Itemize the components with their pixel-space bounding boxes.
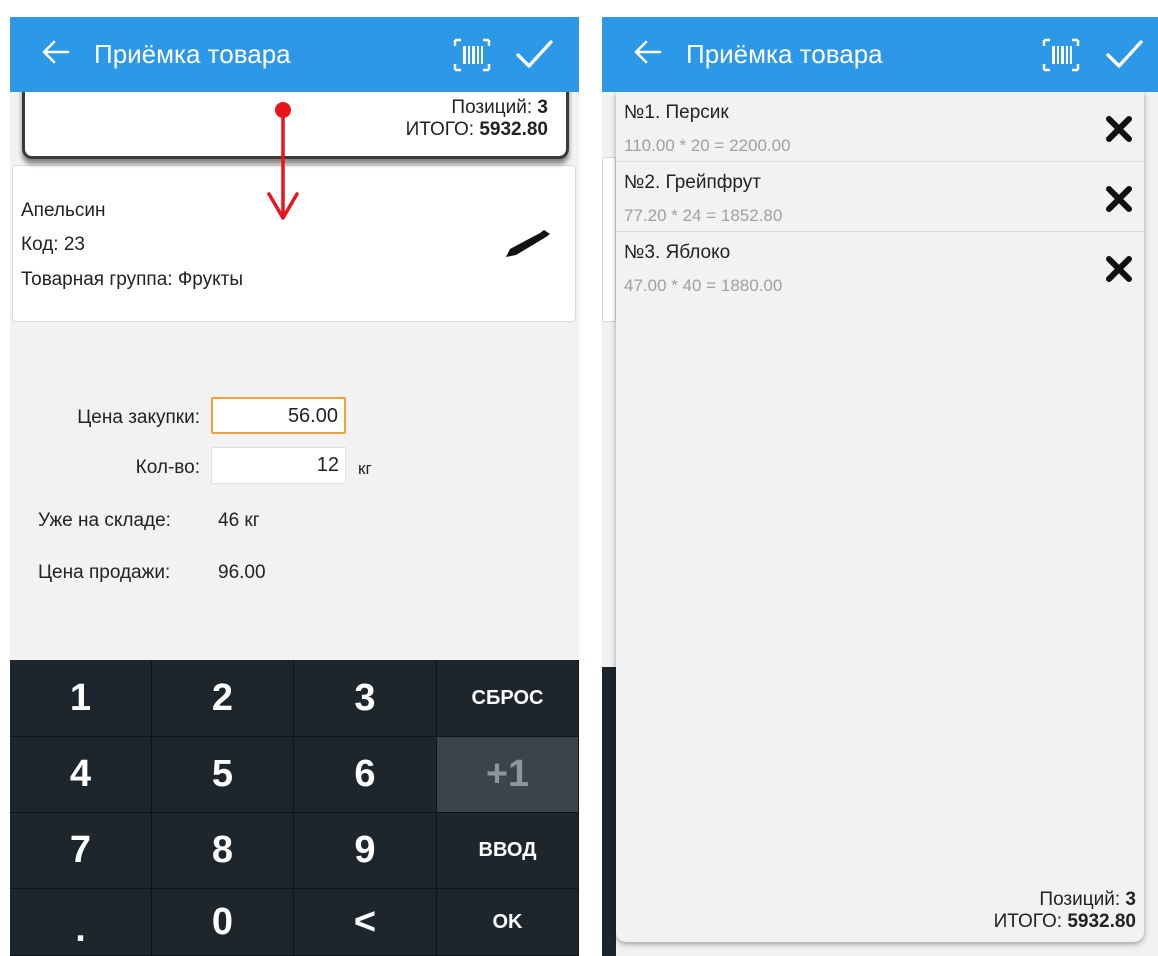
page-title: Приёмка товара (686, 39, 883, 69)
positions-count: Позиций: 3 (451, 97, 548, 118)
reset-key[interactable]: СБРОС (437, 660, 579, 737)
check-icon[interactable] (514, 36, 554, 72)
swipe-down-arrow-icon (267, 102, 299, 220)
key-2[interactable]: 2 (152, 660, 294, 737)
key-0[interactable]: 0 (152, 889, 294, 956)
background-product-card (602, 157, 616, 322)
item-calculation: 110.00 * 20 = 2200.00 (624, 136, 791, 155)
key-8[interactable]: 8 (152, 813, 294, 889)
item-calculation: 47.00 * 40 = 1880.00 (624, 276, 783, 295)
quantity-input[interactable]: 12 (211, 447, 346, 484)
plus-one-key[interactable]: +1 (437, 737, 579, 813)
back-arrow-icon[interactable] (630, 35, 664, 69)
numeric-keypad: 1 2 3 СБРОС 4 5 6 +1 7 8 9 ВВОД . 0 < OK (10, 660, 579, 956)
receiving-screen-list: Приёмка товара №1. Персик 110.00 * 20 = … (602, 17, 1158, 956)
key-7[interactable]: 7 (10, 813, 152, 889)
product-name: Апельсин (21, 200, 106, 221)
app-bar: Приёмка товара (602, 17, 1158, 92)
total-amount: ИТОГО: 5932.80 (993, 911, 1136, 932)
enter-key[interactable]: ВВОД (437, 813, 579, 889)
sale-price-label: Цена продажи: (38, 562, 171, 583)
key-dot[interactable]: . (10, 889, 152, 956)
app-bar: Приёмка товара (10, 17, 579, 92)
list-item[interactable]: №2. Грейпфрут 77.20 * 24 = 1852.80 (616, 162, 1144, 232)
item-calculation: 77.20 * 24 = 1852.80 (624, 206, 783, 225)
total-amount: ИТОГО: 5932.80 (405, 119, 548, 140)
item-name: №1. Персик (624, 102, 729, 123)
delete-x-icon[interactable] (1104, 114, 1134, 144)
ok-key[interactable]: OK (437, 889, 579, 956)
receiving-screen-edit: Приёмка товара Позиций: 3 ИТОГО: 5932.80… (10, 17, 579, 956)
page-title: Приёмка товара (94, 39, 291, 69)
barcode-icon[interactable] (1042, 38, 1080, 72)
list-item[interactable]: №3. Яблоко 47.00 * 40 = 1880.00 (616, 232, 1144, 302)
key-9[interactable]: 9 (294, 813, 437, 889)
item-name: №3. Яблоко (624, 242, 731, 263)
pencil-icon[interactable] (502, 227, 552, 261)
barcode-icon[interactable] (453, 38, 491, 72)
item-name: №2. Грейпфрут (624, 172, 761, 193)
product-code: Код: 23 (21, 234, 85, 255)
key-6[interactable]: 6 (294, 737, 437, 813)
delete-x-icon[interactable] (1104, 254, 1134, 284)
in-stock-value: 46 кг (218, 510, 260, 531)
sale-price-value: 96.00 (218, 562, 266, 583)
positions-list-panel: №1. Персик 110.00 * 20 = 2200.00 №2. Гре… (616, 92, 1144, 942)
check-icon[interactable] (1104, 36, 1144, 72)
key-1[interactable]: 1 (10, 660, 152, 737)
positions-count: Позиций: 3 (1039, 889, 1136, 910)
purchase-price-label: Цена закупки: (77, 407, 200, 428)
key-5[interactable]: 5 (152, 737, 294, 813)
back-arrow-icon[interactable] (38, 35, 72, 69)
key-4[interactable]: 4 (10, 737, 152, 813)
quantity-unit: кг (358, 459, 372, 478)
purchase-price-input[interactable]: 56.00 (211, 397, 346, 434)
backspace-key[interactable]: < (294, 889, 437, 956)
key-3[interactable]: 3 (294, 660, 437, 737)
list-item[interactable]: №1. Персик 110.00 * 20 = 2200.00 (616, 92, 1144, 162)
product-group: Товарная группа: Фрукты (21, 269, 243, 290)
quantity-label: Кол-во: (135, 457, 200, 478)
background-keypad (602, 667, 616, 956)
delete-x-icon[interactable] (1104, 184, 1134, 214)
in-stock-label: Уже на складе: (38, 510, 171, 531)
